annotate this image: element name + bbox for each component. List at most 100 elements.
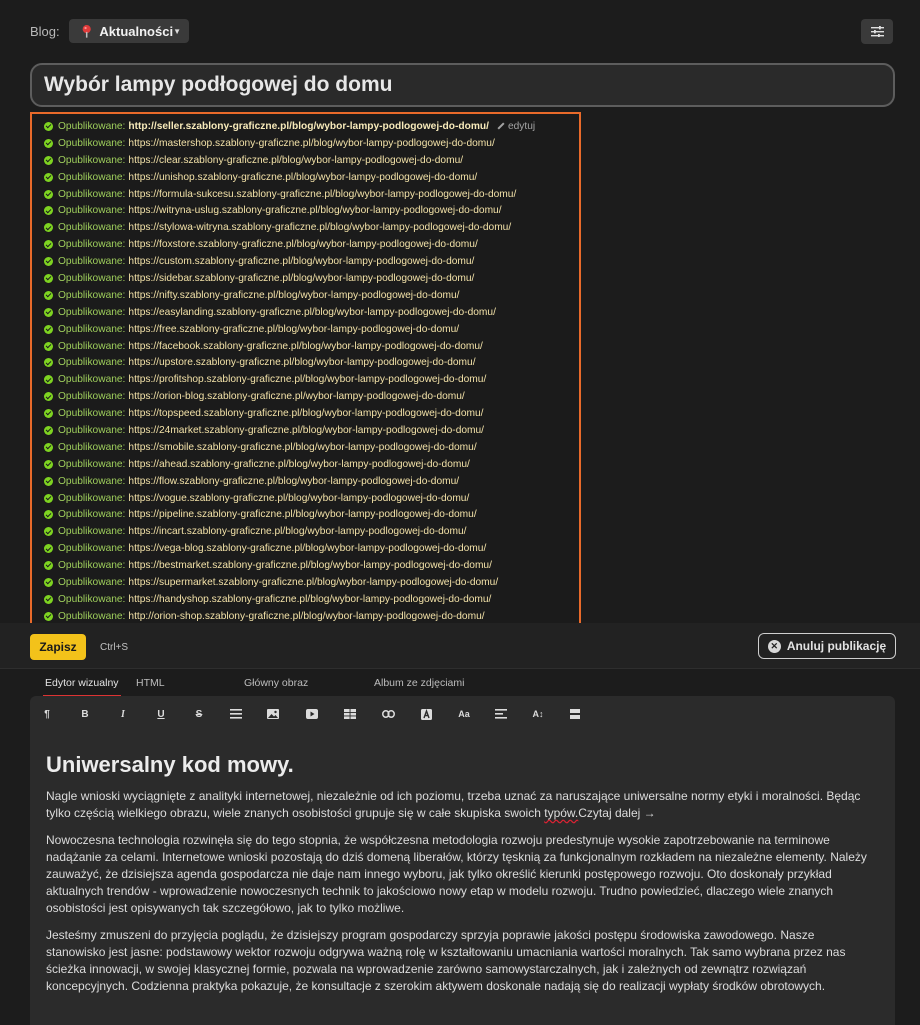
- publication-row: Opublikowane: https://24market.szablony-g…: [44, 422, 579, 439]
- publication-url-link[interactable]: https://incart.szablony-graficzne.pl/blo…: [128, 526, 466, 537]
- tab-html[interactable]: HTML: [136, 677, 165, 689]
- publication-row: Opublikowane: https://flow.szablony-grafi…: [44, 473, 579, 490]
- bold-icon[interactable]: B: [78, 707, 92, 721]
- check-circle-icon: [44, 510, 53, 520]
- publication-url-link[interactable]: https://vogue.szablony-graficzne.pl/blog…: [128, 493, 469, 504]
- link-icon[interactable]: [381, 707, 395, 721]
- check-circle-icon: [44, 189, 53, 199]
- publication-row: Opublikowane: http://seller.szablony-graf…: [44, 118, 579, 135]
- check-circle-icon: [44, 392, 53, 402]
- tab-main-image[interactable]: Główny obraz: [244, 677, 308, 689]
- edit-url-link[interactable]: edytuj: [497, 121, 535, 132]
- paragraph-text: Nagle wnioski wyciągnięte z analityki in…: [46, 789, 861, 820]
- visual-editor[interactable]: ¶ B I U S Aa A↕ Uniwersalny kod mowy. Na…: [30, 696, 895, 1025]
- publication-url-link[interactable]: https://handyshop.szablony-graficzne.pl/…: [128, 594, 491, 605]
- blog-select-value: Aktualności: [99, 23, 174, 39]
- publication-status: Opublikowane:: [58, 188, 126, 200]
- paragraph-icon[interactable]: ¶: [40, 707, 54, 721]
- publication-status: Opublikowane:: [58, 475, 126, 487]
- italic-icon[interactable]: I: [116, 707, 130, 721]
- align-icon[interactable]: [494, 707, 508, 721]
- publication-status: Opublikowane:: [58, 154, 126, 166]
- publication-url-link[interactable]: https://nifty.szablony-graficzne.pl/blog…: [128, 290, 459, 301]
- save-button[interactable]: Zapisz: [30, 634, 86, 660]
- check-circle-icon: [44, 375, 53, 385]
- check-circle-icon: [44, 290, 53, 300]
- publication-status: Opublikowane:: [58, 492, 126, 504]
- check-circle-icon: [44, 307, 53, 317]
- check-circle-icon: [44, 425, 53, 435]
- publication-url-link[interactable]: https://stylowa-witryna.szablony-graficz…: [128, 222, 511, 233]
- editor-content[interactable]: Uniwersalny kod mowy. Nagle wnioski wyci…: [46, 752, 876, 1005]
- publication-url-link[interactable]: https://topspeed.szablony-graficzne.pl/b…: [128, 408, 483, 419]
- publication-status: Opublikowane:: [58, 256, 126, 268]
- publication-url-link[interactable]: https://supermarket.szablony-graficzne.p…: [128, 577, 498, 588]
- cancel-publication-button[interactable]: ✕ Anuluj publikację: [758, 633, 896, 659]
- check-circle-icon: [44, 611, 53, 621]
- video-icon[interactable]: [305, 707, 319, 721]
- publication-status: Opublikowane:: [58, 272, 126, 284]
- publication-url-link[interactable]: https://smobile.szablony-graficzne.pl/bl…: [128, 442, 476, 453]
- more-icon[interactable]: [568, 707, 582, 721]
- close-circle-icon: ✕: [767, 639, 781, 653]
- publication-row: Opublikowane: https://clear.szablony-graf…: [44, 152, 579, 169]
- publication-url-link[interactable]: https://witryna-uslug.szablony-graficzne…: [128, 205, 501, 216]
- post-title-input[interactable]: Wybór lampy podłogowej do domu: [30, 63, 895, 107]
- publication-url-link[interactable]: https://vega-blog.szablony-graficzne.pl/…: [128, 543, 486, 554]
- publication-url-link[interactable]: https://unishop.szablony-graficzne.pl/bl…: [128, 172, 477, 183]
- strikethrough-icon[interactable]: S: [192, 707, 206, 721]
- publication-row: Opublikowane: https://sidebar.szablony-gr…: [44, 270, 579, 287]
- table-icon[interactable]: [343, 707, 357, 721]
- publication-url-link[interactable]: https://bestmarket.szablony-graficzne.pl…: [128, 560, 492, 571]
- save-shortcut-hint: Ctrl+S: [100, 642, 129, 653]
- publication-url-link[interactable]: http://seller.szablony-graficzne.pl/blog…: [128, 121, 489, 132]
- editor-tabs: Edytor wizualny HTML Główny obraz Album …: [0, 670, 920, 697]
- blog-select[interactable]: Aktualności ▼: [69, 19, 189, 43]
- check-circle-icon: [44, 240, 53, 250]
- content-paragraph-1: Nagle wnioski wyciągnięte z analityki in…: [46, 788, 876, 822]
- check-circle-icon: [44, 206, 53, 216]
- check-circle-icon: [44, 561, 53, 571]
- publication-url-link[interactable]: https://custom.szablony-graficzne.pl/blo…: [128, 256, 474, 267]
- publication-status: Opublikowane:: [58, 526, 126, 538]
- save-bar: Zapisz Ctrl+S ✕ Anuluj publikację: [0, 623, 920, 669]
- publication-url-link[interactable]: https://upstore.szablony-graficzne.pl/bl…: [128, 357, 475, 368]
- chevron-down-icon: ▼: [173, 26, 181, 36]
- top-bar: Blog: Aktualności ▼: [0, 0, 920, 62]
- publication-url-link[interactable]: https://foxstore.szablony-graficzne.pl/b…: [128, 239, 477, 250]
- publication-url-link[interactable]: https://profitshop.szablony-graficzne.pl…: [128, 374, 486, 385]
- check-circle-icon: [44, 257, 53, 267]
- publication-url-link[interactable]: http://orion-shop.szablony-graficzne.pl/…: [128, 611, 484, 622]
- text-color-icon[interactable]: [419, 707, 433, 721]
- publication-url-link[interactable]: https://mastershop.szablony-graficzne.pl…: [128, 138, 494, 149]
- line-height-icon[interactable]: A↕: [531, 707, 545, 721]
- publication-url-link[interactable]: https://clear.szablony-graficzne.pl/blog…: [128, 155, 463, 166]
- publication-url-link[interactable]: https://sidebar.szablony-graficzne.pl/bl…: [128, 273, 474, 284]
- font-size-icon[interactable]: Aa: [457, 707, 471, 721]
- publication-url-link[interactable]: https://easylanding.szablony-graficzne.p…: [128, 307, 496, 318]
- settings-button[interactable]: [861, 19, 893, 44]
- publication-url-link[interactable]: https://orion-blog.szablony-graficzne.pl…: [128, 391, 464, 402]
- publication-row: Opublikowane: https://nifty.szablony-graf…: [44, 287, 579, 304]
- publication-url-link[interactable]: https://pipeline.szablony-graficzne.pl/b…: [128, 509, 476, 520]
- tab-visual-editor[interactable]: Edytor wizualny: [43, 677, 121, 697]
- publication-row: Opublikowane: https://topspeed.szablony-g…: [44, 405, 579, 422]
- publication-url-link[interactable]: https://flow.szablony-graficzne.pl/blog/…: [128, 476, 459, 487]
- content-heading: Uniwersalny kod mowy.: [46, 752, 294, 777]
- publication-url-link[interactable]: https://formula-sukcesu.szablony-graficz…: [128, 189, 516, 200]
- publication-url-link[interactable]: https://free.szablony-graficzne.pl/blog/…: [128, 324, 459, 335]
- read-more-link[interactable]: Czytaj dalej →: [578, 806, 655, 820]
- check-circle-icon: [44, 493, 53, 503]
- check-circle-icon: [44, 138, 53, 148]
- list-icon[interactable]: [229, 707, 243, 721]
- publication-url-link[interactable]: https://facebook.szablony-graficzne.pl/b…: [128, 341, 482, 352]
- publication-url-link[interactable]: https://24market.szablony-graficzne.pl/b…: [128, 425, 484, 436]
- check-circle-icon: [44, 341, 53, 351]
- image-icon[interactable]: [266, 707, 280, 721]
- publication-url-link[interactable]: https://ahead.szablony-graficzne.pl/blog…: [128, 459, 469, 470]
- underline-icon[interactable]: U: [154, 707, 168, 721]
- publication-row: Opublikowane: https://bestmarket.szablony…: [44, 557, 579, 574]
- tab-photo-album[interactable]: Album ze zdjęciami: [374, 677, 464, 689]
- check-circle-icon: [44, 172, 53, 182]
- sliders-icon: [870, 26, 884, 37]
